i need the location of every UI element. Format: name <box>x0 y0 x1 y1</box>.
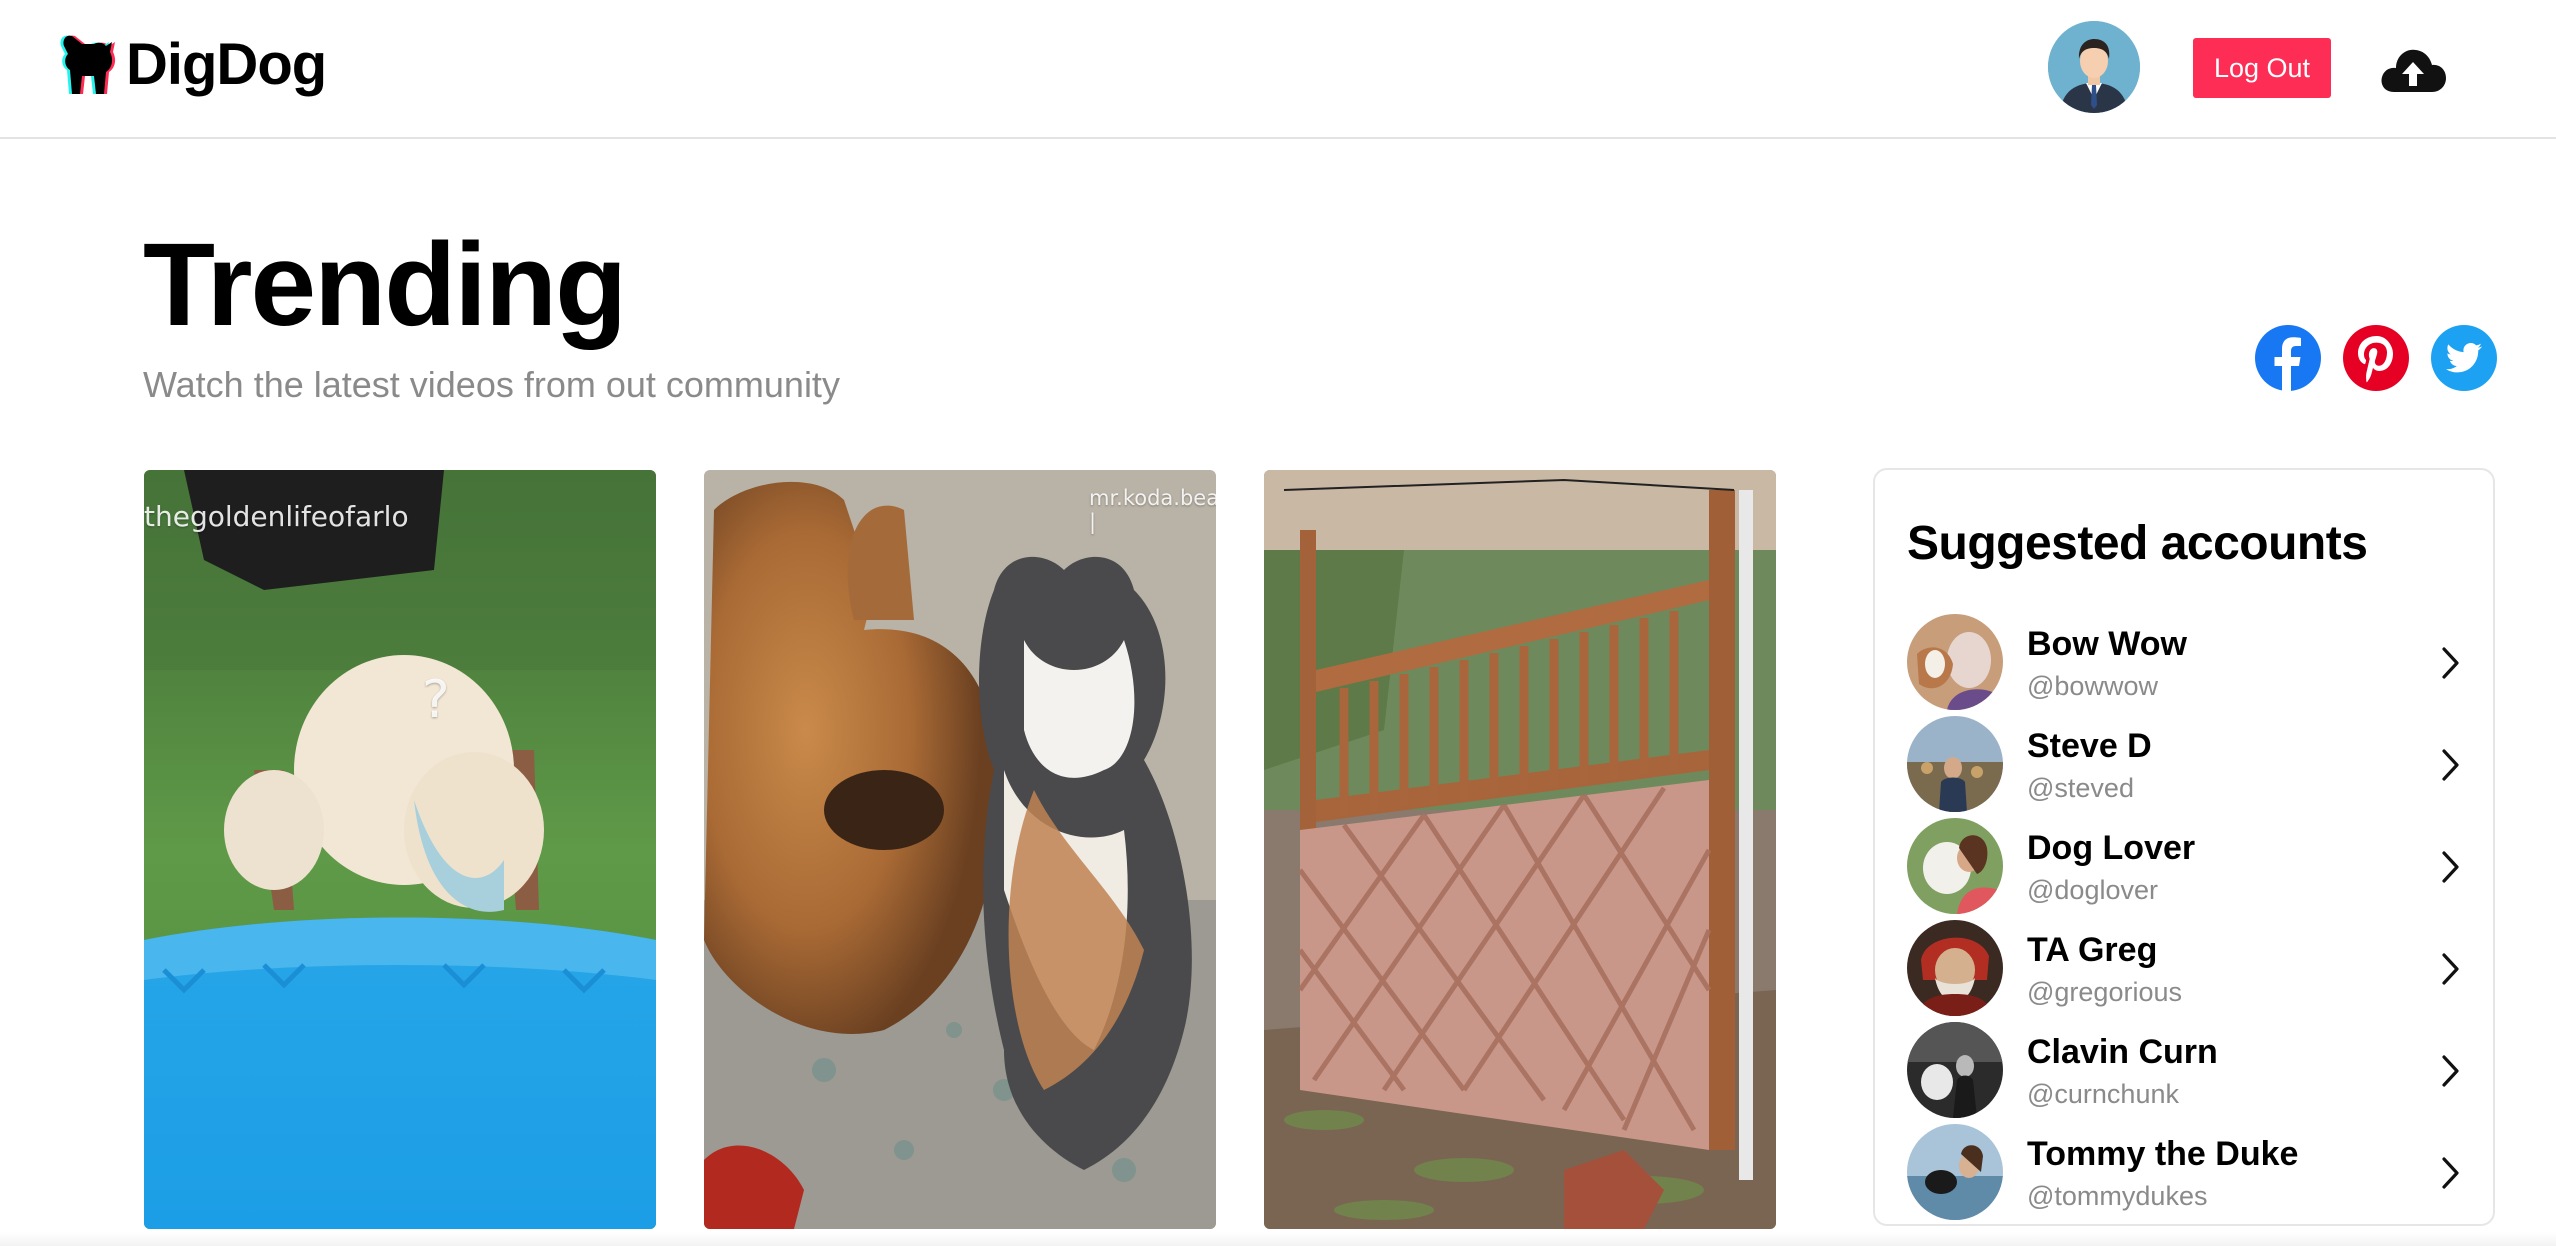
avatar <box>1907 614 2003 710</box>
avatar <box>1907 1124 2003 1220</box>
twitter-share-button[interactable] <box>2431 325 2497 391</box>
video-card[interactable] <box>1264 470 1776 1229</box>
video-overlay-glyph: ? <box>422 670 450 730</box>
avatar <box>1907 716 2003 812</box>
chevron-right-icon <box>2442 1157 2459 1189</box>
suggested-account-item[interactable]: Bow Wow @bowwow <box>1907 614 2477 710</box>
avatar <box>1907 920 2003 1016</box>
account-handle: @doglover <box>2027 875 2158 905</box>
video-card[interactable]: thegoldenlifeofarlo ? <box>144 470 656 1229</box>
twitter-icon <box>2431 325 2497 391</box>
upload-cloud-icon[interactable] <box>2378 42 2448 96</box>
video-thumbnail-porch <box>1264 470 1776 1229</box>
facebook-icon <box>2255 325 2321 391</box>
suggested-account-item[interactable]: Clavin Curn @curnchunk <box>1907 1022 2477 1118</box>
video-thumbnail-puppy-pool <box>144 470 656 1229</box>
account-name: Tommy the Duke <box>2027 1135 2299 1173</box>
chevron-right-icon <box>2442 851 2459 883</box>
account-handle: @curnchunk <box>2027 1079 2179 1109</box>
page-title: Trending <box>143 219 627 351</box>
suggested-account-item[interactable]: Steve D @steved <box>1907 716 2477 812</box>
top-nav: DigDog Log Out <box>0 0 2556 139</box>
brand-logo[interactable]: DigDog <box>58 30 327 100</box>
chevron-right-icon <box>2442 953 2459 985</box>
video-thumbnail-dog-cat <box>704 470 1216 1229</box>
video-card[interactable]: mr.koda.bear | <box>704 470 1216 1229</box>
pinterest-icon <box>2343 325 2409 391</box>
dog-logo-icon <box>60 35 116 94</box>
brand-name: DigDog <box>126 32 327 97</box>
account-name: Steve D <box>2027 727 2152 765</box>
bottom-fade <box>0 1232 2556 1246</box>
account-handle: @bowwow <box>2027 671 2158 701</box>
account-handle: @gregorious <box>2027 977 2182 1007</box>
page-subtitle: Watch the latest videos from out communi… <box>143 364 840 405</box>
chevron-right-icon <box>2442 647 2459 679</box>
video-watermark: mr.koda.bear | <box>1089 486 1216 534</box>
account-name: Dog Lover <box>2027 829 2196 867</box>
avatar <box>1907 1022 2003 1118</box>
suggested-account-item[interactable]: TA Greg @gregorious <box>1907 920 2477 1016</box>
user-avatar[interactable] <box>2048 21 2140 113</box>
account-name: Bow Wow <box>2027 625 2187 663</box>
chevron-right-icon <box>2442 1055 2459 1087</box>
chevron-right-icon <box>2442 749 2459 781</box>
facebook-share-button[interactable] <box>2255 325 2321 391</box>
logout-button[interactable]: Log Out <box>2193 38 2331 98</box>
suggested-accounts-title: Suggested accounts <box>1907 517 2368 570</box>
suggested-account-item[interactable]: Dog Lover @doglover <box>1907 818 2477 914</box>
avatar <box>1907 818 2003 914</box>
account-handle: @tommydukes <box>2027 1181 2208 1211</box>
suggested-account-item[interactable]: Tommy the Duke @tommydukes <box>1907 1124 2477 1220</box>
account-name: TA Greg <box>2027 931 2158 969</box>
account-handle: @steved <box>2027 773 2134 803</box>
suggested-accounts-panel: Suggested accounts Bow Wow @bowwow Steve… <box>1873 468 2495 1226</box>
pinterest-share-button[interactable] <box>2343 325 2409 391</box>
video-watermark: thegoldenlifeofarlo <box>144 500 409 533</box>
account-name: Clavin Curn <box>2027 1033 2218 1071</box>
